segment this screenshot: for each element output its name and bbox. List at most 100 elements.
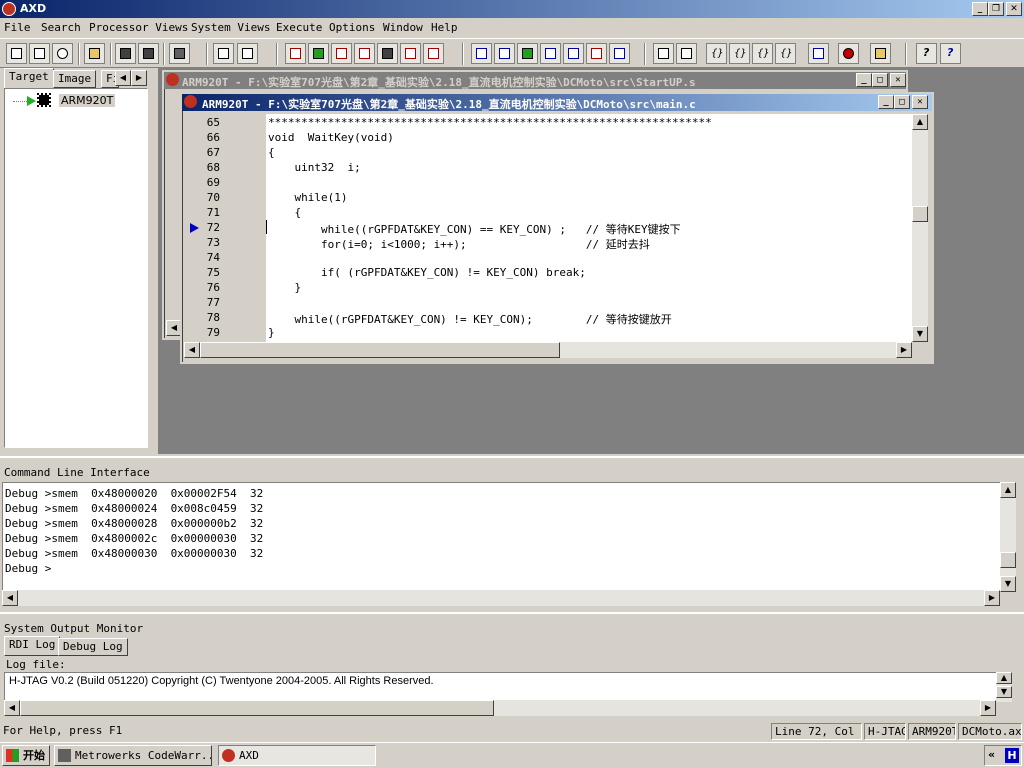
tab-rdi-log[interactable]: RDI Log <box>4 636 61 656</box>
log-vertical-scrollbar[interactable]: ▲ ▼ <box>996 672 1012 702</box>
back-close-button[interactable]: ✕ <box>890 73 906 87</box>
tab-target[interactable]: Target <box>4 68 54 88</box>
start-button[interactable]: 开始 <box>2 745 50 766</box>
h-jtag-tray-icon[interactable]: H <box>1005 748 1019 763</box>
scroll-up-icon[interactable]: ▲ <box>912 114 928 130</box>
menu-system-views[interactable]: System Views <box>191 21 270 34</box>
cli-scroll-right-icon[interactable]: ▶ <box>984 590 1000 606</box>
output-icon[interactable] <box>586 43 607 64</box>
tab-scroll-right-icon[interactable]: ▶ <box>131 70 147 86</box>
source-line[interactable]: } <box>268 281 301 294</box>
refresh-icon[interactable] <box>52 43 73 64</box>
source-line[interactable]: while((rGPFDAT&KEY_CON) != KEY_CON); // … <box>268 311 671 327</box>
tree-item-arm920t[interactable]: ARM920T <box>59 94 116 107</box>
cli-vertical-scrollbar[interactable]: ▲ ▼ <box>1000 482 1016 592</box>
cli-scroll-down-icon[interactable]: ▼ <box>1000 576 1016 592</box>
log-horizontal-scrollbar[interactable]: ◀ ▶ <box>4 700 996 716</box>
cli-scroll-thumb[interactable] <box>1000 552 1016 568</box>
rdi-log-output[interactable]: H-JTAG V0.2 (Build 051220) Copyright (C)… <box>4 672 1000 702</box>
source-files-icon[interactable] <box>423 43 444 64</box>
front-maximize-button[interactable]: □ <box>894 95 910 109</box>
source-line[interactable]: void WaitKey(void) <box>268 131 394 144</box>
task-axd[interactable]: AXD <box>218 745 376 766</box>
log-scroll-left-icon[interactable]: ◀ <box>4 700 20 716</box>
step-out-icon[interactable]: {} <box>752 43 773 64</box>
scroll-down-icon[interactable]: ▼ <box>912 326 928 342</box>
debug-log-icon[interactable] <box>609 43 630 64</box>
print-icon[interactable] <box>169 43 190 64</box>
find-next-icon[interactable] <box>237 43 258 64</box>
minimize-button[interactable]: _ <box>972 2 988 16</box>
vertical-scroll-thumb[interactable] <box>912 206 928 222</box>
menu-window[interactable]: Window <box>383 21 423 34</box>
variables-icon[interactable] <box>331 43 352 64</box>
tab-scroll-left-icon[interactable]: ◀ <box>115 70 131 86</box>
hourglass-icon[interactable] <box>870 43 891 64</box>
tray-expand-icon[interactable]: « <box>988 748 995 761</box>
source-vertical-scrollbar[interactable]: ▲ ▼ <box>912 114 928 342</box>
source-line[interactable]: while(1) <box>268 191 347 204</box>
source-line[interactable]: while((rGPFDAT&KEY_CON) == KEY_CON) ; //… <box>268 221 681 237</box>
back-maximize-button[interactable]: □ <box>872 73 888 87</box>
log-horizontal-thumb[interactable] <box>20 700 494 716</box>
source-line[interactable]: { <box>268 146 275 159</box>
menu-help[interactable]: Help <box>431 21 458 34</box>
close-button[interactable]: ✕ <box>1006 2 1022 16</box>
cli-horizontal-scrollbar[interactable]: ◀ ▶ <box>2 590 1000 606</box>
menu-search[interactable]: Search <box>41 21 81 34</box>
menu-execute[interactable]: Execute <box>276 21 322 34</box>
log-scroll-up-icon[interactable]: ▲ <box>996 672 1012 684</box>
step-in-icon[interactable]: {} <box>706 43 727 64</box>
save-icon[interactable] <box>115 43 136 64</box>
help-icon[interactable]: ? <box>916 43 937 64</box>
reload-image-icon[interactable] <box>29 43 50 64</box>
task-codewarrior[interactable]: Metrowerks CodeWarr... <box>54 745 212 766</box>
tab-debug-log[interactable]: Debug Log <box>58 638 128 656</box>
cli-icon[interactable] <box>563 43 584 64</box>
cli-scroll-left-icon[interactable]: ◀ <box>2 590 18 606</box>
save-all-icon[interactable] <box>138 43 159 64</box>
go-icon[interactable] <box>653 43 674 64</box>
sys-variables-icon[interactable] <box>494 43 515 64</box>
source-line[interactable]: } <box>268 326 275 339</box>
sys-watch-icon[interactable] <box>517 43 538 64</box>
load-image-icon[interactable] <box>6 43 27 64</box>
source-line[interactable]: for(i=0; i<1000; i++); // 延时去抖 <box>268 236 650 252</box>
sys-memory-icon[interactable] <box>540 43 561 64</box>
back-minimize-button[interactable]: _ <box>856 73 872 87</box>
log-scroll-right-icon[interactable]: ▶ <box>980 700 996 716</box>
watch-icon[interactable] <box>308 43 329 64</box>
cli-scroll-up-icon[interactable]: ▲ <box>1000 482 1016 498</box>
front-close-button[interactable]: ✕ <box>912 95 928 109</box>
memory-icon[interactable] <box>354 43 375 64</box>
registers-icon[interactable] <box>285 43 306 64</box>
source-horizontal-scrollbar[interactable]: ◀ ▶ <box>184 342 912 358</box>
source-line[interactable]: { <box>268 206 301 219</box>
source-line[interactable]: uint32 i; <box>268 161 360 174</box>
stop-icon[interactable] <box>676 43 697 64</box>
disassembly-icon[interactable] <box>400 43 421 64</box>
menu-processor-views[interactable]: Processor Views <box>89 21 188 34</box>
step-icon[interactable]: {} <box>729 43 750 64</box>
main-source-window[interactable]: ARM920T - F:\实验室707光盘\第2章_基础实验\2.18_直流电机… <box>180 92 934 364</box>
front-minimize-button[interactable]: _ <box>878 95 894 109</box>
find-icon[interactable] <box>213 43 234 64</box>
horizontal-scroll-thumb[interactable] <box>200 342 560 358</box>
toggle-breakpoint-icon[interactable] <box>838 43 859 64</box>
restore-button[interactable]: ❐ <box>988 2 1004 16</box>
context-help-icon[interactable]: ? <box>940 43 961 64</box>
open-file-icon[interactable] <box>84 43 105 64</box>
low-level-symbols-icon[interactable] <box>377 43 398 64</box>
show-execution-point-icon[interactable] <box>808 43 829 64</box>
log-scroll-down-icon[interactable]: ▼ <box>996 686 1012 698</box>
source-editor[interactable]: 65 **************************************… <box>184 114 912 342</box>
cli-output[interactable]: Debug >smem 0x48000020 0x00002F54 32 Debu… <box>2 482 1002 592</box>
source-line[interactable]: ****************************************… <box>268 116 712 129</box>
source-line[interactable]: if( (rGPFDAT&KEY_CON) != KEY_CON) break; <box>268 266 586 279</box>
scroll-right-icon[interactable]: ▶ <box>896 342 912 358</box>
menu-options[interactable]: Options <box>329 21 375 34</box>
scroll-left-icon[interactable]: ◀ <box>184 342 200 358</box>
menu-file[interactable]: File <box>4 21 31 34</box>
run-to-cursor-icon[interactable]: {} <box>775 43 796 64</box>
tab-image[interactable]: Image <box>53 70 97 88</box>
